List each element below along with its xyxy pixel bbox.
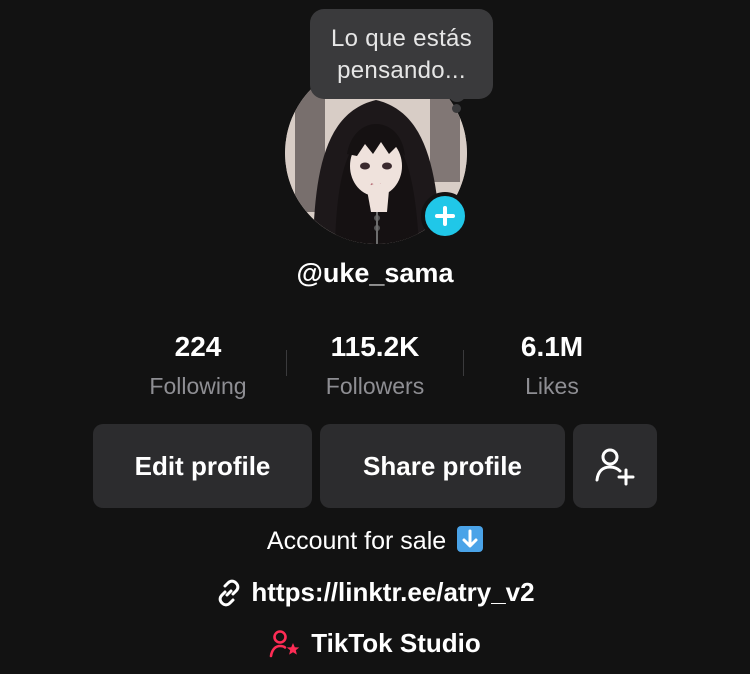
- bio-text-content: Account for sale: [266, 527, 447, 555]
- stat-following[interactable]: 224 Following: [110, 330, 286, 400]
- stat-followers[interactable]: 115.2K Followers: [287, 330, 463, 400]
- edit-profile-label: Edit profile: [134, 450, 271, 481]
- thought-bubble-text: Lo que estás pensando...: [330, 25, 473, 84]
- bio-link[interactable]: https://linktr.ee/atry_v2: [0, 577, 750, 608]
- tiktok-studio-label: TikTok Studio: [311, 628, 481, 658]
- following-label: Following: [149, 373, 247, 399]
- username: @uke_sama: [296, 258, 454, 288]
- add-user-icon: [595, 448, 635, 486]
- edit-profile-button[interactable]: Edit profile: [93, 424, 312, 508]
- followers-count: 115.2K: [330, 331, 420, 362]
- down-arrow-emoji-icon: [457, 526, 484, 552]
- share-profile-label: Share profile: [363, 450, 522, 481]
- followers-label: Followers: [325, 373, 425, 399]
- tiktok-studio-icon: [269, 629, 300, 657]
- bio-link-text: https://linktr.ee/atry_v2: [251, 577, 535, 607]
- add-friend-button[interactable]: [573, 424, 657, 508]
- bubble-tail-dot-small: [452, 104, 461, 113]
- profile-stats: 224 Following 115.2K Followers 6.1M Like…: [110, 330, 640, 410]
- following-count: 224: [174, 331, 222, 362]
- plus-icon: [435, 206, 455, 226]
- add-story-button[interactable]: [421, 192, 469, 240]
- bio-text: Account for sale: [0, 526, 750, 556]
- likes-label: Likes: [525, 373, 579, 399]
- tiktok-studio-link[interactable]: TikTok Studio: [0, 628, 750, 659]
- bubble-tail-dot: [448, 84, 466, 102]
- likes-count: 6.1M: [520, 331, 584, 362]
- share-profile-button[interactable]: Share profile: [320, 424, 565, 508]
- stat-likes[interactable]: 6.1M Likes: [464, 330, 640, 400]
- link-icon: [219, 579, 240, 606]
- thought-bubble[interactable]: Lo que estás pensando...: [310, 9, 493, 99]
